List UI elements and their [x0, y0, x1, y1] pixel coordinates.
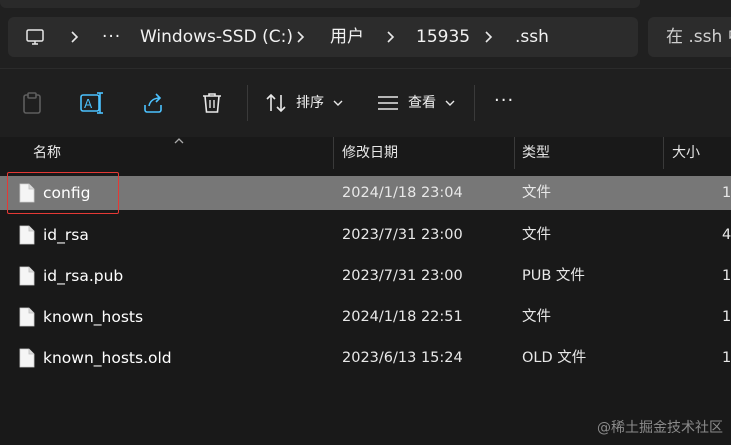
breadcrumb-drive[interactable]: Windows-SSD (C:) [140, 17, 293, 57]
file-type: 文件 [522, 309, 551, 325]
tab-strip [0, 0, 640, 8]
view-list-icon [378, 96, 398, 110]
delete-button[interactable] [196, 87, 228, 119]
file-modified: 2023/7/31 23:00 [342, 227, 463, 243]
clipboard-icon [23, 92, 41, 114]
file-row[interactable]: id_rsa 2023/7/31 23:00 文件 4 [0, 218, 731, 252]
file-modified: 2024/1/18 22:51 [342, 309, 463, 325]
sort-label[interactable]: 排序 [296, 91, 324, 115]
file-explorer-window: ··· Windows-SSD (C:) 用户 15935 .ssh 在 .ss… [0, 0, 731, 445]
file-icon [19, 348, 35, 368]
file-row[interactable]: known_hosts.old 2023/6/13 15:24 OLD 文件 1 [0, 341, 731, 375]
file-icon [19, 225, 35, 245]
chevron-right-icon[interactable] [482, 30, 496, 44]
column-name[interactable]: 名称 [33, 137, 61, 169]
sort-ascending-icon [174, 138, 184, 144]
more-options-button[interactable]: ··· [494, 89, 514, 113]
chevron-right-icon[interactable] [384, 30, 398, 44]
address-row: ··· Windows-SSD (C:) 用户 15935 .ssh 在 .ss… [0, 8, 731, 68]
rename-icon: A [80, 92, 103, 114]
breadcrumb-user-folder[interactable]: 15935 [416, 17, 470, 57]
breadcrumb-users[interactable]: 用户 [330, 17, 364, 57]
chevron-down-icon[interactable] [445, 99, 455, 107]
file-size: 1 [722, 309, 731, 325]
file-modified: 2023/7/31 23:00 [342, 268, 463, 284]
file-size: 4 [722, 227, 731, 243]
file-row[interactable]: id_rsa.pub 2023/7/31 23:00 PUB 文件 1 [0, 259, 731, 293]
toolbar-separator [474, 85, 475, 121]
file-name[interactable]: id_rsa [43, 218, 89, 252]
sort-icon [266, 93, 286, 113]
file-name[interactable]: id_rsa.pub [43, 259, 123, 293]
breadcrumb-overflow[interactable]: ··· [102, 17, 121, 57]
column-modified[interactable]: 修改日期 [342, 137, 398, 169]
file-type: 文件 [522, 227, 551, 243]
rename-button[interactable]: A [76, 87, 108, 119]
file-row[interactable]: known_hosts 2024/1/18 22:51 文件 1 [0, 300, 731, 334]
file-size: 1 [722, 185, 731, 201]
file-size: 1 [722, 268, 731, 284]
view-label[interactable]: 查看 [408, 91, 436, 115]
column-divider[interactable] [663, 137, 664, 169]
address-bar[interactable]: ··· Windows-SSD (C:) 用户 15935 .ssh [8, 17, 638, 57]
search-input[interactable]: 在 .ssh 中 [648, 17, 731, 57]
share-icon [144, 93, 162, 113]
file-type: PUB 文件 [522, 268, 585, 284]
file-modified: 2023/6/13 15:24 [342, 350, 463, 366]
chevron-right-icon[interactable] [294, 30, 308, 44]
annotation-highlight-box [7, 172, 119, 214]
column-divider[interactable] [333, 137, 334, 169]
view-button[interactable] [372, 87, 404, 119]
file-type: 文件 [522, 185, 551, 201]
share-button[interactable] [137, 87, 169, 119]
chevron-down-icon[interactable] [333, 99, 343, 107]
file-modified: 2024/1/18 23:04 [342, 185, 463, 201]
file-name[interactable]: known_hosts [43, 300, 143, 334]
title-strip [0, 0, 731, 8]
file-name[interactable]: known_hosts.old [43, 341, 172, 375]
toolbar-separator [247, 85, 248, 121]
column-size[interactable]: 大小 [672, 137, 700, 169]
file-size: 1 [722, 350, 731, 366]
svg-text:A: A [84, 97, 93, 111]
breadcrumb-ssh[interactable]: .ssh [515, 17, 549, 57]
trash-icon [203, 93, 221, 113]
chevron-right-icon[interactable] [68, 30, 82, 44]
column-header: 名称 修改日期 类型 大小 [0, 137, 731, 173]
search-placeholder: 在 .ssh 中 [666, 27, 731, 47]
column-divider[interactable] [514, 137, 515, 169]
column-type[interactable]: 类型 [522, 137, 550, 169]
paste-button[interactable] [16, 87, 48, 119]
computer-icon[interactable] [25, 27, 45, 47]
file-icon [19, 266, 35, 286]
file-type: OLD 文件 [522, 350, 587, 366]
sort-button[interactable] [260, 87, 292, 119]
command-bar: A 排序 查看 ··· [0, 68, 731, 138]
watermark: @稀土掘金技术社区 [597, 420, 723, 436]
file-icon [19, 307, 35, 327]
